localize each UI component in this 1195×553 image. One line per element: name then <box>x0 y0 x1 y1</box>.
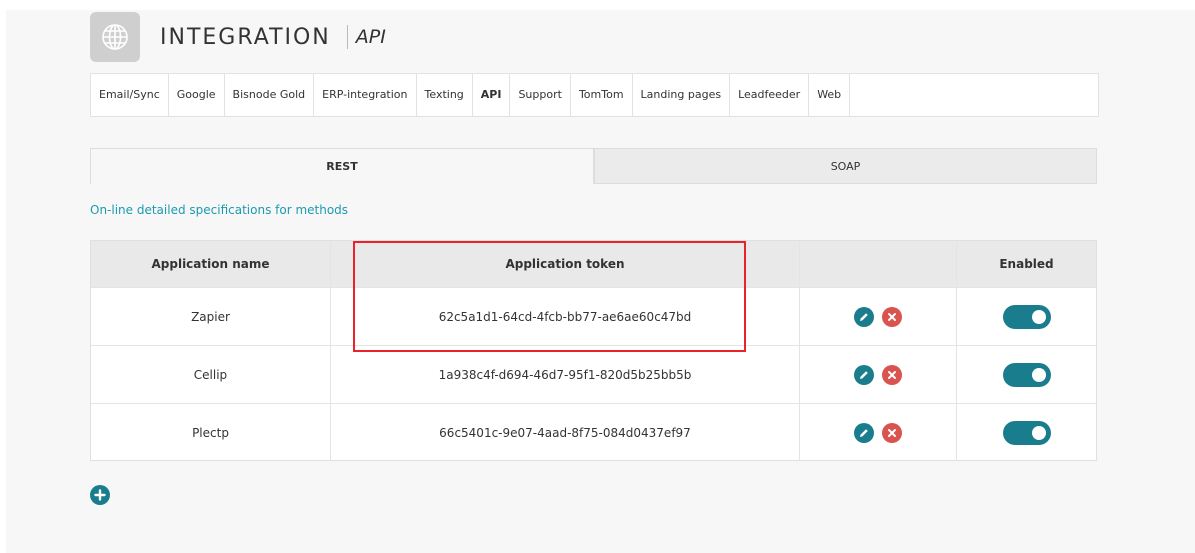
add-application-button[interactable] <box>90 485 110 505</box>
tab-leadfeeder[interactable]: Leadfeeder <box>730 74 810 116</box>
table-row: Cellip 1a938c4f-d694-46d7-95f1-820d5b25b… <box>91 345 1096 403</box>
enabled-toggle[interactable] <box>1002 420 1051 445</box>
column-header-enabled: Enabled <box>999 257 1054 271</box>
application-token: 1a938c4f-d694-46d7-95f1-820d5b25bb5b <box>331 346 800 403</box>
row-actions <box>800 346 957 403</box>
table-header-row: Application name Application token Enabl… <box>91 241 1096 287</box>
enabled-cell <box>957 404 1096 461</box>
tab-texting[interactable]: Texting <box>417 74 473 116</box>
delete-icon[interactable] <box>882 364 902 385</box>
integration-tabs: Email/Sync Google Bisnode Gold ERP-integ… <box>90 73 1099 117</box>
column-header-name: Application name <box>91 241 331 287</box>
title-divider <box>346 25 348 49</box>
edit-icon[interactable] <box>854 364 874 385</box>
enabled-toggle[interactable] <box>1002 304 1051 329</box>
tab-email-sync[interactable]: Email/Sync <box>91 74 169 116</box>
applications-table: Application name Application token Enabl… <box>90 240 1097 461</box>
plus-icon <box>94 489 106 501</box>
tab-erp-integration[interactable]: ERP-integration <box>314 74 417 116</box>
tab-google[interactable]: Google <box>169 74 225 116</box>
tab-rest[interactable]: REST <box>90 148 594 184</box>
application-token: 66c5401c-9e07-4aad-8f75-084d0437ef97 <box>331 404 800 461</box>
edit-icon[interactable] <box>854 306 874 327</box>
edit-icon[interactable] <box>854 422 874 443</box>
row-actions <box>800 404 957 461</box>
page-subtitle: API <box>355 26 386 48</box>
application-name: Plectp <box>91 404 331 461</box>
row-actions <box>800 288 957 345</box>
tab-landing-pages[interactable]: Landing pages <box>633 74 731 116</box>
table-row: Zapier 62c5a1d1-64cd-4fcb-bb77-ae6ae60c4… <box>91 287 1096 345</box>
tab-soap[interactable]: SOAP <box>594 148 1097 184</box>
enabled-toggle[interactable] <box>1002 362 1051 387</box>
specifications-link[interactable]: On-line detailed specifications for meth… <box>90 203 348 217</box>
tab-bisnode-gold[interactable]: Bisnode Gold <box>225 74 315 116</box>
application-token: 62c5a1d1-64cd-4fcb-bb77-ae6ae60c47bd <box>331 288 800 345</box>
application-name: Zapier <box>91 288 331 345</box>
table-row: Plectp 66c5401c-9e07-4aad-8f75-084d0437e… <box>91 403 1096 461</box>
enabled-cell <box>957 346 1096 403</box>
delete-icon[interactable] <box>882 306 902 327</box>
column-header-actions <box>800 241 957 287</box>
tab-tomtom[interactable]: TomTom <box>571 74 633 116</box>
tab-support[interactable]: Support <box>510 74 571 116</box>
page-title: INTEGRATION <box>160 24 331 50</box>
enabled-cell <box>957 288 1096 345</box>
column-header-token: Application token <box>331 241 800 287</box>
api-type-tabs: REST SOAP <box>90 148 1097 184</box>
tab-web[interactable]: Web <box>809 74 851 116</box>
page-header: INTEGRATION API <box>90 12 386 62</box>
globe-icon <box>90 12 140 62</box>
application-name: Cellip <box>91 346 331 403</box>
tab-api[interactable]: API <box>473 74 511 116</box>
delete-icon[interactable] <box>882 422 902 443</box>
